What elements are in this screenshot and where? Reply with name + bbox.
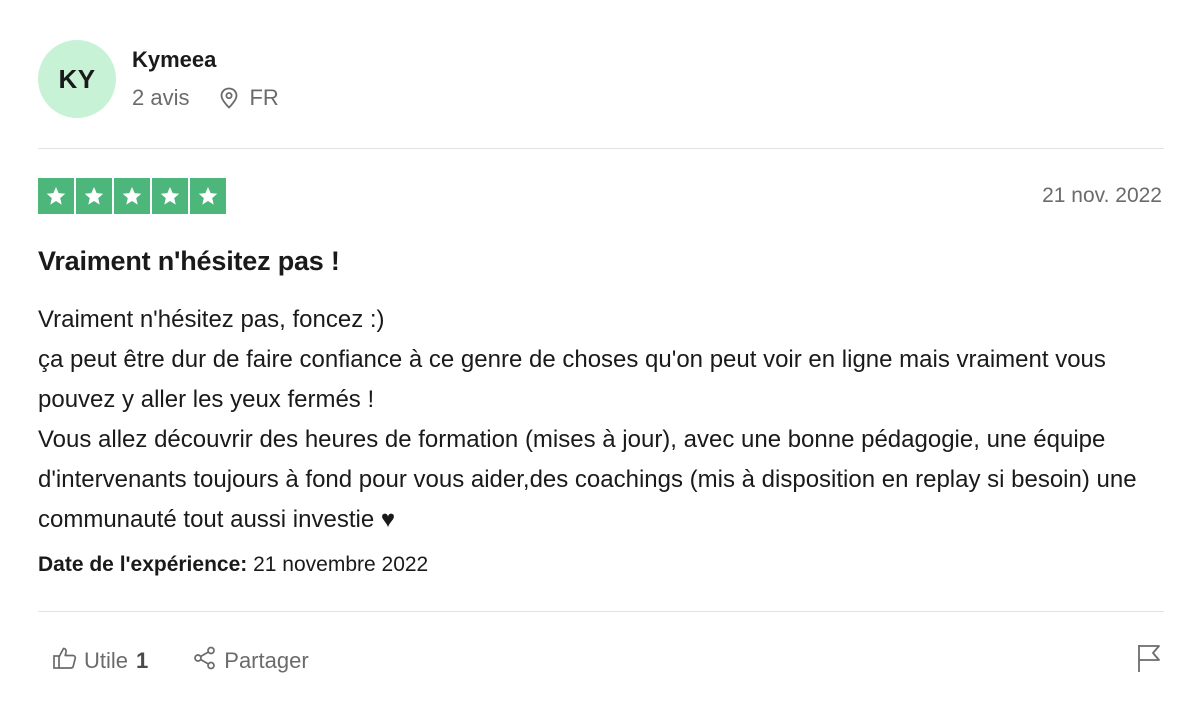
review-title[interactable]: Vraiment n'hésitez pas ! <box>38 246 340 277</box>
useful-count: 1 <box>136 648 149 673</box>
thumbs-up-icon <box>52 645 84 677</box>
experience-value: 21 novembre 2022 <box>253 553 429 576</box>
reviewer-country: FR <box>249 85 279 110</box>
useful-label: Utile <box>84 648 129 673</box>
header-divider <box>38 148 1164 149</box>
star-icon <box>190 178 226 214</box>
useful-button[interactable]: Utile 1 <box>52 645 148 677</box>
star-icon <box>152 178 188 214</box>
avatar[interactable]: KY <box>38 40 116 118</box>
review-body-line: ça peut être dur de faire confiance à ce… <box>38 346 1106 413</box>
review-count: 2 avis <box>132 85 190 110</box>
review-body: Vraiment n'hésitez pas, foncez :) ça peu… <box>38 300 1168 540</box>
star-rating <box>38 178 226 214</box>
reviewer-name[interactable]: Kymeea <box>132 47 279 73</box>
review-body-line: Vous allez découvrir des heures de forma… <box>38 426 1137 533</box>
experience-label: Date de l'expérience: <box>38 553 248 576</box>
star-icon <box>76 178 112 214</box>
footer-divider <box>38 611 1164 612</box>
reviewer-header: KY Kymeea 2 avis FR <box>38 40 279 118</box>
review-body-line: Vraiment n'hésitez pas, foncez :) <box>38 306 385 333</box>
reviewer-meta: Kymeea 2 avis FR <box>132 47 279 111</box>
review-date: 21 nov. 2022 <box>1042 184 1162 207</box>
review-card: KY Kymeea 2 avis FR 21 nov. 2022 Vraimen… <box>0 0 1200 712</box>
star-icon <box>38 178 74 214</box>
reviewer-details: 2 avis FR <box>132 85 279 111</box>
location-pin-icon <box>219 87 239 109</box>
flag-icon[interactable] <box>1136 643 1162 678</box>
share-label: Partager <box>224 648 309 673</box>
star-icon <box>114 178 150 214</box>
review-actions: Utile 1 Partager <box>52 645 309 677</box>
share-button[interactable]: Partager <box>192 645 309 677</box>
experience-date: Date de l'expérience: 21 novembre 2022 <box>38 553 428 577</box>
share-icon <box>192 645 224 677</box>
